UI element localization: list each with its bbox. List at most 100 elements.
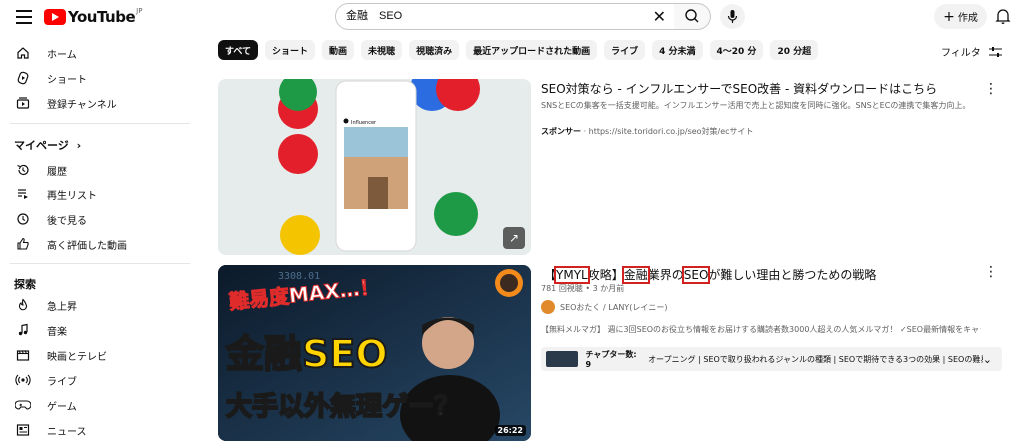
youtube-play-icon — [44, 9, 66, 25]
sidebar-item-label: 再生リスト — [47, 190, 97, 202]
notifications-button[interactable] — [995, 7, 1011, 29]
chip-over-20-min[interactable]: 20 分超 — [770, 40, 819, 60]
voice-search-button[interactable] — [720, 4, 745, 29]
title-highlight: 金融 — [621, 266, 650, 284]
duration-badge: 26:22 — [494, 425, 526, 436]
trending-icon — [13, 298, 33, 312]
chip-unwatched[interactable]: 未視聴 — [361, 40, 403, 60]
title-part: 【 — [544, 268, 557, 282]
chevron-down-icon[interactable]: ⌄ — [983, 353, 992, 366]
chip-watched[interactable]: 視聴済み — [409, 40, 460, 60]
sidebar-item-label: ゲーム — [47, 401, 77, 413]
search-input[interactable] — [346, 9, 646, 21]
sidebar-item-music[interactable]: 音楽 — [0, 317, 200, 343]
movies-icon — [13, 348, 33, 362]
bell-icon — [995, 9, 1011, 24]
home-icon — [13, 46, 33, 60]
shorts-icon — [13, 71, 33, 85]
sliders-icon — [988, 46, 1002, 57]
chapter-thumbnail — [546, 351, 578, 367]
ad-thumbnail[interactable]: Influencer ↗ — [218, 79, 531, 255]
title-highlight: SEO — [681, 266, 711, 284]
sidebar-item-label: ライブ — [47, 376, 77, 388]
plus-icon: + — [943, 8, 955, 25]
external-link-icon[interactable]: ↗ — [503, 227, 525, 249]
channel-avatar[interactable] — [541, 300, 555, 314]
ad-url: · https://site.toridori.co.jp/seo対策/ecサイ… — [583, 127, 754, 136]
filter-button[interactable]: フィルタ — [941, 44, 1002, 59]
title-part: 業界の — [647, 268, 684, 282]
chip-4-20-min[interactable]: 4〜20 分 — [709, 40, 764, 60]
chip-under-4-min[interactable]: 4 分未満 — [652, 40, 703, 60]
video-title[interactable]: 【YMYL攻略】金融業界のSEOが難しい理由と勝つための戦略 — [544, 266, 877, 284]
thumbs-up-icon — [13, 237, 33, 251]
thumb-text-line2: 金融SEO — [225, 332, 388, 376]
search-button[interactable] — [674, 3, 711, 30]
ad-title[interactable]: SEO対策なら - インフルエンサーでSEO改善 - 資料ダウンロードはこちら — [541, 80, 971, 97]
youtube-logo[interactable]: YouTube JP — [44, 7, 142, 26]
chip-videos[interactable]: 動画 — [322, 40, 355, 60]
chip-shorts[interactable]: ショート — [265, 40, 316, 60]
sidebar-item-movies[interactable]: 映画とテレビ — [0, 342, 200, 368]
filter-chips: すべて ショート 動画 未視聴 視聴済み 最近アップロードされた動画 ライブ 4… — [218, 40, 819, 60]
video-description: 【無料メルマガ】 週に3回SEOのお役立ち情報をお届けする購読者数3000人超え… — [541, 325, 981, 334]
sidebar-item-live[interactable]: ライブ — [0, 367, 200, 393]
video-thumbnail-art: 3308.01 難易度MAX…！ 金融SEO 大手以外無理ゲー？ — [218, 265, 531, 441]
logo-text: YouTube — [68, 8, 136, 26]
sidebar-item-label: ショート — [47, 74, 87, 86]
explore-heading: 探索 — [14, 276, 36, 292]
video-meta: 781 回視聴 • 3 か月前 — [541, 284, 625, 293]
sidebar-item-shorts[interactable]: ショート — [0, 65, 200, 91]
title-highlight: YMYL — [554, 266, 590, 284]
sidebar-item-gaming[interactable]: ゲーム — [0, 392, 200, 418]
video-more-menu[interactable]: ⋮ — [984, 264, 998, 280]
ad-sponsor-line[interactable]: スポンサー · https://site.toridori.co.jp/seo対… — [541, 126, 754, 137]
chip-recently-uploaded[interactable]: 最近アップロードされた動画 — [466, 40, 598, 60]
channel-row[interactable]: SEOおたく / LANY(レイニー) — [541, 300, 667, 314]
explore-heading-label: 探索 — [14, 278, 36, 291]
sidebar-item-home[interactable]: ホーム — [0, 40, 200, 66]
search-icon — [685, 9, 699, 23]
sidebar-item-liked-videos[interactable]: 高く評価した動画 — [0, 231, 200, 257]
sidebar-item-label: 登録チャンネル — [47, 99, 117, 111]
live-icon — [13, 373, 33, 387]
sidebar-item-label: ホーム — [47, 49, 77, 61]
my-page-heading-label: マイページ — [14, 139, 69, 152]
filter-label: フィルタ — [941, 48, 981, 59]
sidebar-item-trending[interactable]: 急上昇 — [0, 292, 200, 318]
mic-icon — [727, 10, 738, 23]
music-icon — [13, 323, 33, 337]
sidebar-item-subscriptions[interactable]: 登録チャンネル — [0, 90, 200, 116]
sidebar-item-label: 高く評価した動画 — [47, 240, 127, 252]
channel-name[interactable]: SEOおたく / LANY(レイニー) — [560, 302, 667, 313]
create-button[interactable]: + 作成 — [934, 4, 987, 29]
ad-thumb-account: Influencer — [351, 120, 377, 126]
sidebar-item-history[interactable]: 履歴 — [0, 157, 200, 183]
video-thumbnail[interactable]: 3308.01 難易度MAX…！ 金融SEO 大手以外無理ゲー？ 26:22 — [218, 265, 531, 441]
chapters-count: チャプター数: 9 — [585, 350, 637, 369]
clear-icon[interactable]: ✕ — [653, 7, 666, 26]
title-part: が難しい理由と勝つための戦略 — [708, 268, 877, 282]
ad-description: SNSとECの集客を一括支援可能。インフルエンサー活用で売上と認知度を同時に強化… — [541, 101, 971, 110]
chevron-right-icon: › — [76, 139, 82, 152]
sidebar-item-label: 履歴 — [47, 166, 67, 178]
sidebar-divider — [10, 263, 190, 264]
news-icon — [13, 423, 33, 437]
sidebar-item-label: ニュース — [47, 426, 87, 438]
my-page-heading[interactable]: マイページ › — [14, 137, 81, 153]
thumb-text-line3: 大手以外無理ゲー？ — [226, 392, 460, 422]
sidebar-item-watch-later[interactable]: 後で見る — [0, 206, 200, 232]
ad-more-menu[interactable]: ⋮ — [984, 81, 998, 97]
search-box[interactable]: ✕ — [335, 3, 675, 30]
title-part: 攻略】 — [587, 268, 624, 282]
chip-all[interactable]: すべて — [218, 40, 259, 60]
chip-live[interactable]: ライブ — [604, 40, 646, 60]
sidebar-item-news[interactable]: ニュース — [0, 417, 200, 443]
chapters-bar[interactable]: チャプター数: 9 オープニング | SEOで取り扱われるジャンルの種類 | S… — [541, 347, 1002, 371]
gaming-icon — [13, 398, 33, 412]
menu-button[interactable] — [12, 6, 36, 30]
sidebar-divider — [10, 123, 190, 124]
chapters-text: オープニング | SEOで取り扱われるジャンルの種類 | SEOで期待できる3つ… — [648, 354, 983, 364]
subscriptions-icon — [13, 96, 33, 110]
sidebar-item-playlists[interactable]: 再生リスト — [0, 181, 200, 207]
